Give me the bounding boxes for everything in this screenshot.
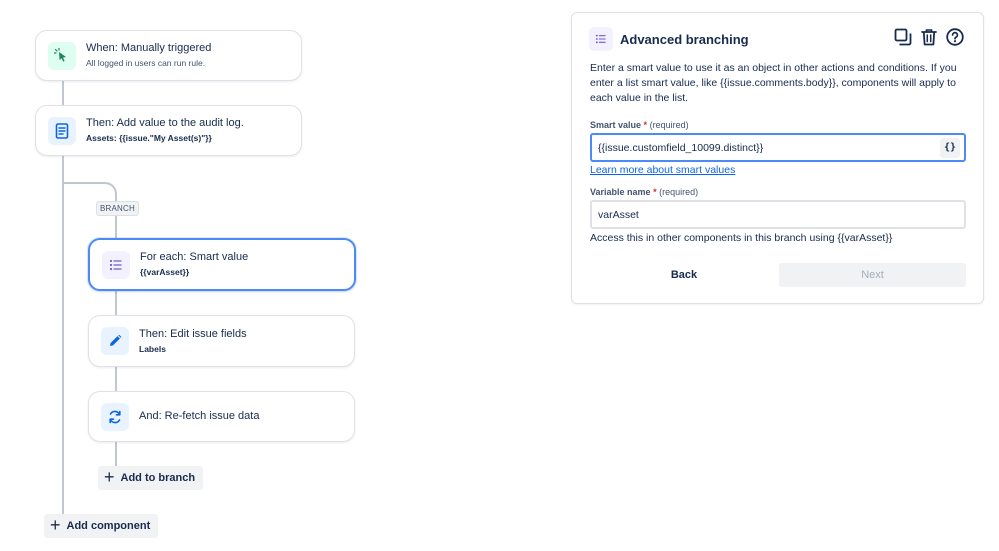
cursor-click-icon xyxy=(48,41,76,70)
add-component-label: Add component xyxy=(66,520,151,532)
audit-log-title: Then: Add value to the audit log. xyxy=(86,117,244,130)
for-each-title: For each: Smart value xyxy=(140,251,249,264)
panel-actions xyxy=(893,27,965,47)
next-button[interactable]: Next xyxy=(779,263,966,287)
edit-fields-subtitle: Labels xyxy=(139,343,166,354)
smart-value-picker-button[interactable]: {} xyxy=(940,137,960,158)
trigger-title: When: Manually triggered xyxy=(86,42,212,55)
for-each-card[interactable]: For each: Smart value {{varAsset}} xyxy=(88,238,356,291)
variable-name-label: Variable name * (required) xyxy=(590,187,699,197)
plus-icon: + xyxy=(50,515,61,535)
smart-value-label: Smart value * (required) xyxy=(590,120,689,130)
help-icon[interactable] xyxy=(945,27,965,47)
list-icon xyxy=(589,27,613,51)
variable-name-input[interactable]: varAsset xyxy=(590,200,966,229)
refresh-icon xyxy=(101,402,129,431)
edit-fields-card[interactable]: Then: Edit issue fields Labels xyxy=(88,315,355,367)
audit-log-subtitle: Assets: {{issue."My Asset(s)"}} xyxy=(86,133,212,144)
required-text: (required) xyxy=(649,120,689,130)
required-mark: * xyxy=(643,120,648,130)
add-component-button[interactable]: + Add component xyxy=(44,514,159,538)
required-text: (required) xyxy=(659,187,699,197)
trigger-subtitle: All logged in users can run rule. xyxy=(86,58,206,69)
trash-icon[interactable] xyxy=(919,27,939,47)
edit-fields-title: Then: Edit issue fields xyxy=(139,327,247,340)
required-mark: * xyxy=(653,187,657,197)
plus-icon: + xyxy=(104,467,115,487)
back-button[interactable]: Back xyxy=(590,263,778,287)
trigger-card[interactable]: When: Manually triggered All logged in u… xyxy=(35,30,302,81)
panel-description: Enter a smart value to use it as an obje… xyxy=(590,62,957,104)
add-to-branch-button[interactable]: + Add to branch xyxy=(98,466,204,490)
refetch-card[interactable]: And: Re-fetch issue data xyxy=(88,391,355,442)
variable-name-text: varAsset xyxy=(598,208,639,221)
document-icon xyxy=(48,116,76,145)
smart-value-text: {{issue.customfield_10099.distinct}} xyxy=(598,141,764,154)
list-icon xyxy=(102,250,130,279)
smart-value-input[interactable]: {{issue.customfield_10099.distinct}} {} xyxy=(590,133,966,162)
add-to-branch-label: Add to branch xyxy=(120,472,196,484)
panel-title: Advanced branching xyxy=(620,32,749,47)
branch-connector-curve xyxy=(95,182,117,202)
learn-more-link[interactable]: Learn more about smart values xyxy=(590,164,735,176)
audit-log-card[interactable]: Then: Add value to the audit log. Assets… xyxy=(35,105,302,156)
config-panel: Advanced branching Enter a smart value t… xyxy=(571,12,984,304)
variable-helper-text: Access this in other components in this … xyxy=(590,232,893,244)
duplicate-icon[interactable] xyxy=(893,27,913,47)
branch-label: BRANCH xyxy=(96,201,139,216)
pencil-icon xyxy=(101,327,129,355)
for-each-subtitle: {{varAsset}} xyxy=(140,267,190,278)
refetch-title: And: Re-fetch issue data xyxy=(139,409,260,422)
